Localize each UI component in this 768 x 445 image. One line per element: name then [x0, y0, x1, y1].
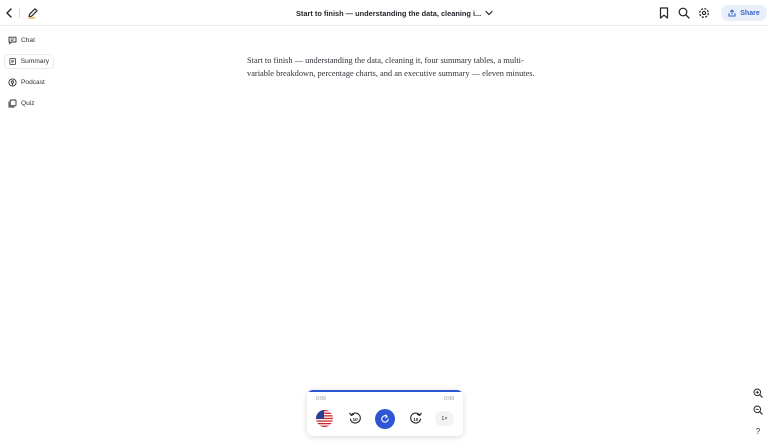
chevron-left-icon [6, 8, 12, 18]
forward-10-button[interactable]: 10 [409, 411, 423, 425]
rewind-seconds: 10 [353, 417, 359, 422]
sidebar: Chat Summary Podcast Quiz [4, 33, 56, 117]
progress-bar[interactable] [307, 390, 463, 392]
play-button[interactable] [375, 409, 395, 429]
sidebar-item-label: Summary [20, 58, 49, 65]
summary-text: Start to finish — understanding the data… [247, 56, 535, 78]
edit-icon [28, 8, 38, 19]
sidebar-item-podcast[interactable]: Podcast [4, 75, 56, 90]
gear-icon [699, 8, 709, 18]
search-button[interactable] [677, 5, 691, 21]
audio-player: 0:09 0:09 10 10 1× [307, 390, 463, 436]
sidebar-item-label: Quiz [21, 100, 35, 107]
back-button[interactable] [2, 5, 16, 21]
share-label: Share [740, 9, 760, 17]
search-icon [678, 7, 690, 19]
sidebar-item-quiz[interactable]: Quiz [4, 96, 56, 111]
quiz-icon [8, 99, 17, 108]
podcast-icon [8, 78, 17, 87]
us-flag-icon [316, 410, 333, 427]
sidebar-item-label: Chat [21, 37, 35, 44]
sidebar-item-summary[interactable]: Summary [4, 54, 54, 69]
document-title-dropdown[interactable]: Start to finish — understanding the data… [296, 6, 493, 20]
voice-language-button[interactable] [316, 410, 333, 427]
total-duration: 0:09 [444, 396, 454, 402]
share-button[interactable]: Share [721, 5, 767, 21]
help-button[interactable]: ? [752, 425, 764, 437]
sidebar-item-chat[interactable]: Chat [4, 33, 56, 48]
forward-icon: 10 [410, 412, 422, 424]
summary-icon [9, 58, 16, 65]
zoom-out-icon [753, 405, 763, 415]
bookmark-button[interactable] [657, 5, 671, 21]
zoom-in-button[interactable] [752, 387, 764, 399]
divider [19, 8, 20, 18]
chat-icon [8, 36, 17, 45]
zoom-in-icon [753, 388, 763, 398]
edit-button[interactable] [26, 5, 40, 21]
bookmark-icon [659, 7, 669, 19]
elapsed-time: 0:09 [316, 396, 326, 402]
sidebar-item-label: Podcast [21, 79, 45, 86]
replay-icon [381, 414, 389, 423]
share-icon [728, 9, 736, 17]
forward-seconds: 10 [413, 417, 419, 422]
top-bar: Start to finish — understanding the data… [0, 0, 768, 26]
progress-fill [307, 390, 463, 392]
settings-button[interactable] [697, 5, 711, 21]
zoom-out-button[interactable] [752, 404, 764, 416]
chevron-down-icon [485, 10, 493, 16]
playback-speed-button[interactable]: 1× [435, 411, 454, 426]
page-title: Start to finish — understanding the data… [296, 8, 482, 18]
rewind-icon: 10 [349, 412, 361, 424]
rewind-10-button[interactable]: 10 [348, 411, 362, 425]
